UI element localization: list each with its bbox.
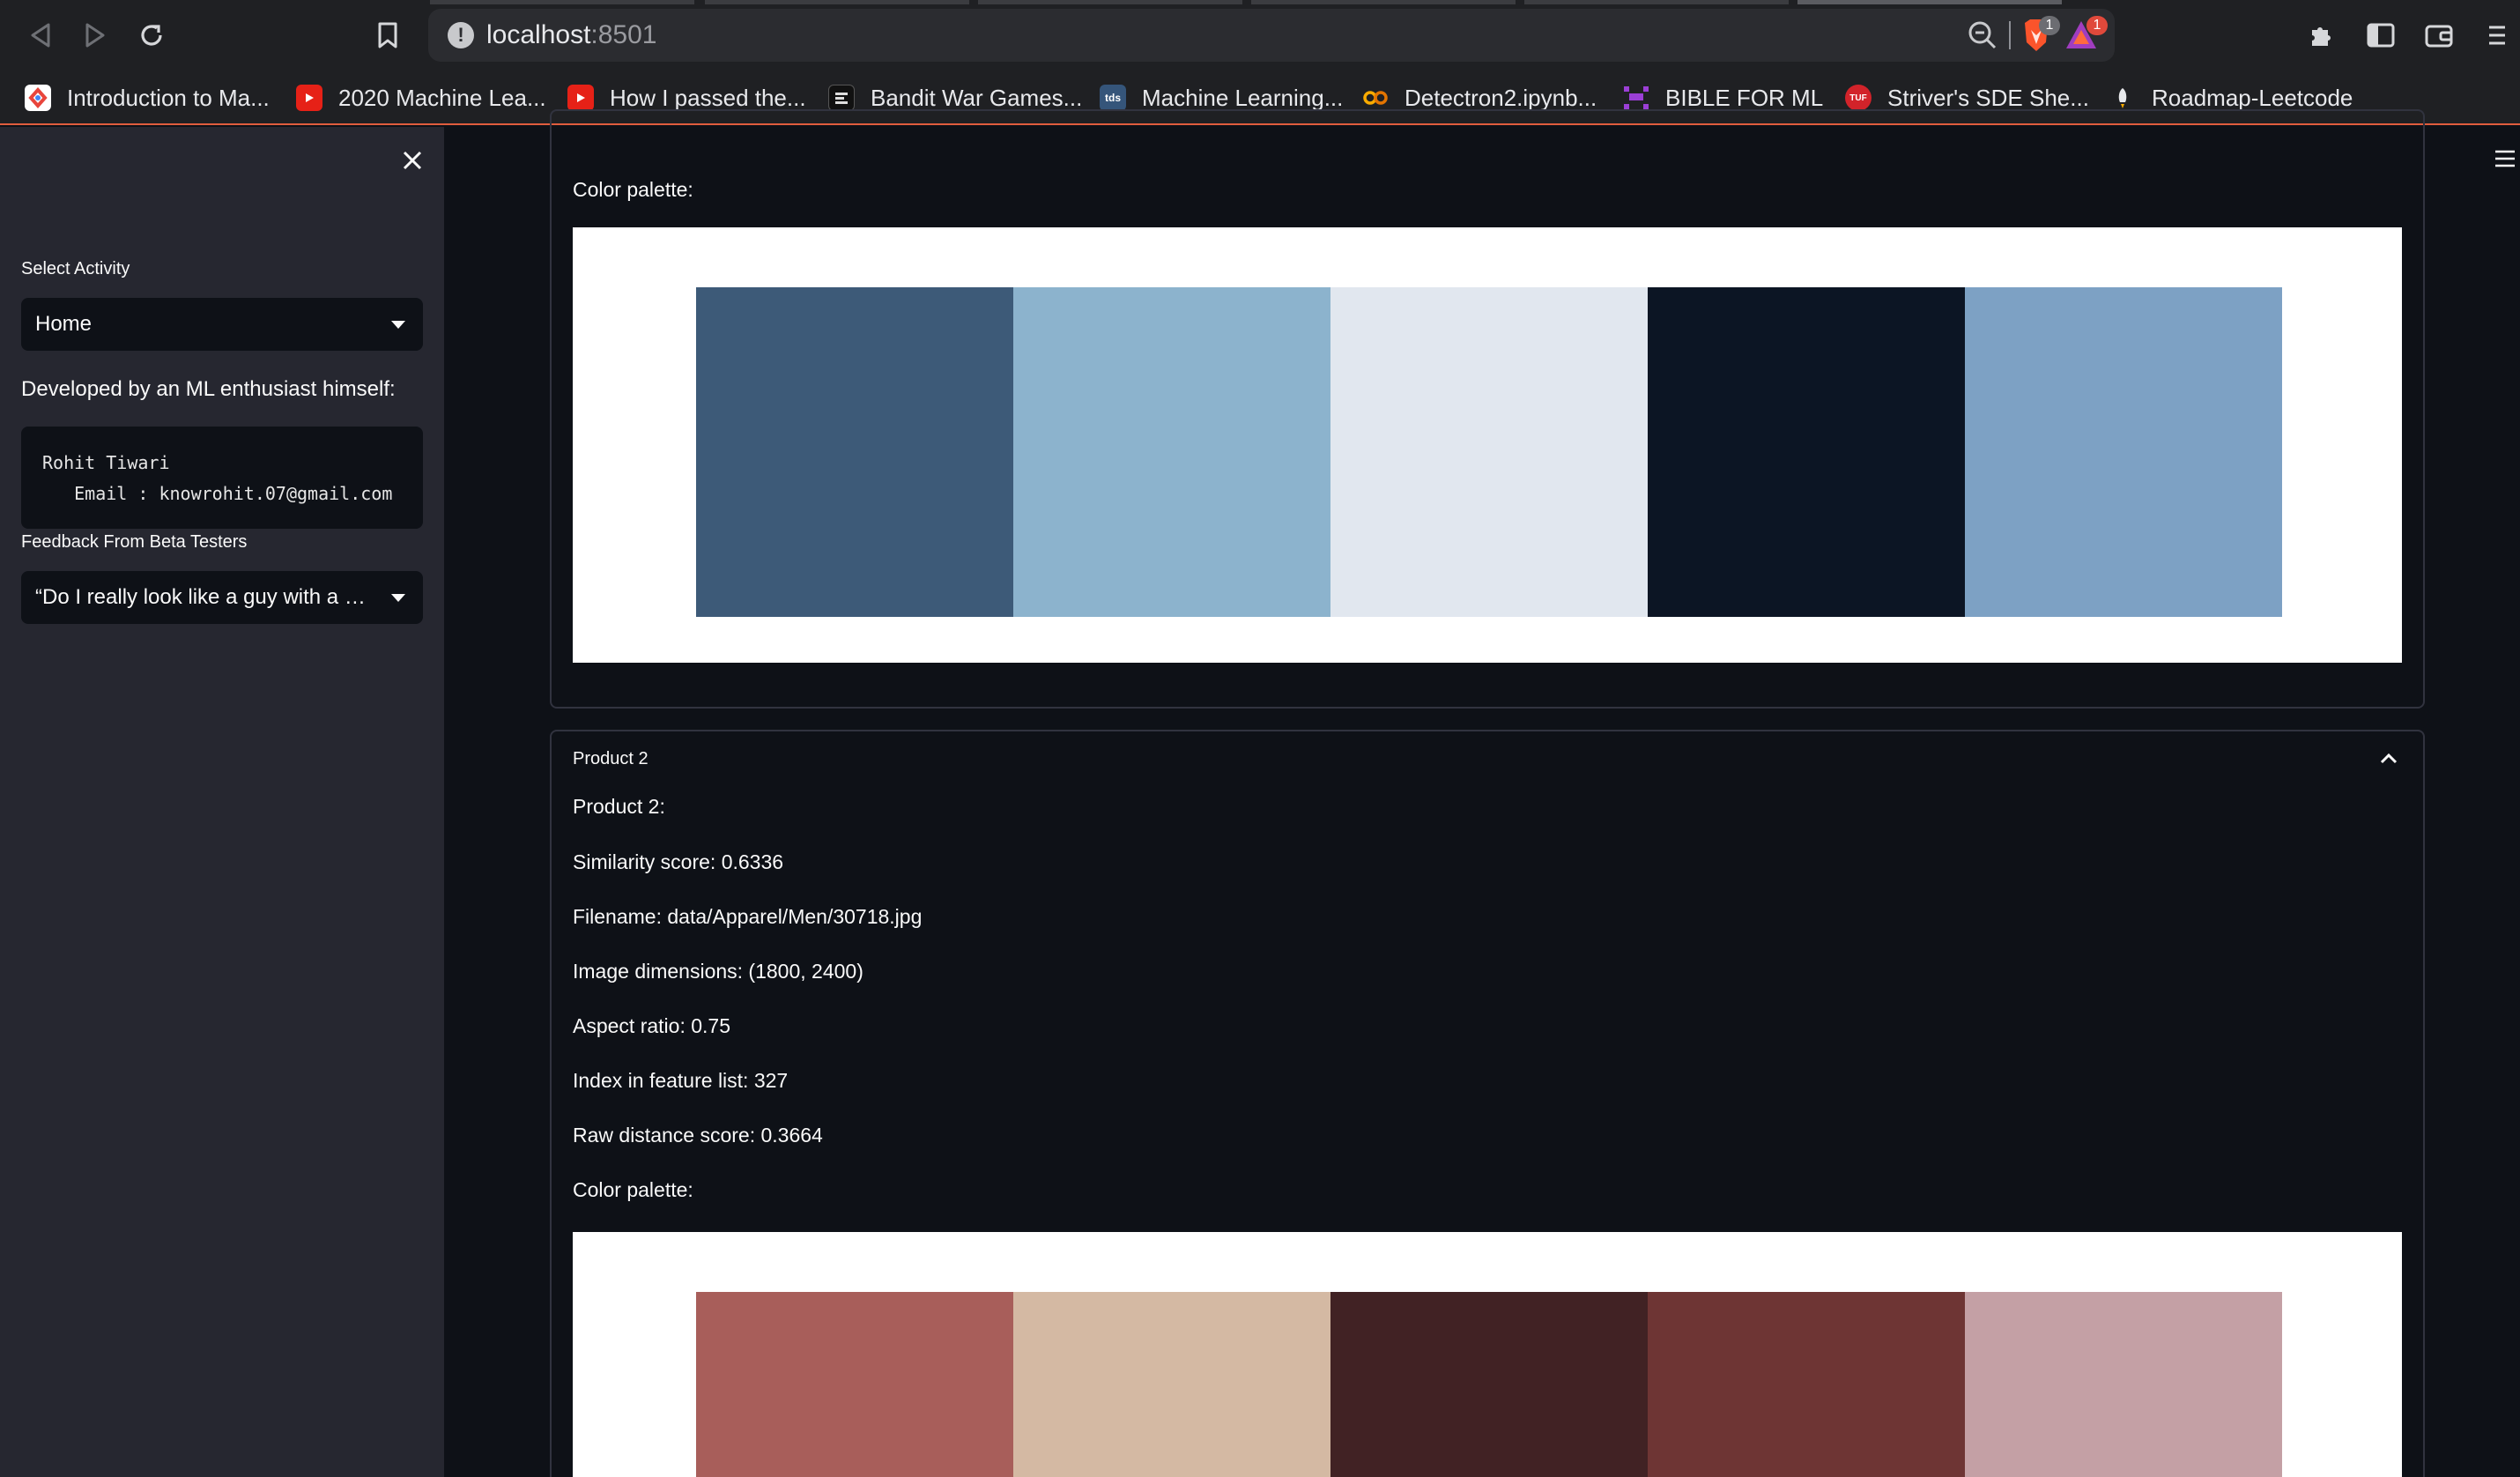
arrow-right-icon xyxy=(85,23,105,48)
color-palette-label: Color palette: xyxy=(573,1178,693,1201)
developer-text: Developed by an ML enthusiast himself: xyxy=(21,377,396,401)
bookmark-icon xyxy=(378,22,397,48)
palette-swatch-3 xyxy=(1330,1292,1648,1477)
code-line: Email : knowrohit.07@gmail.com xyxy=(42,483,393,504)
caret-down-icon xyxy=(391,594,405,602)
zoom-icon[interactable] xyxy=(1965,18,2000,53)
arrow-left-icon xyxy=(31,23,50,48)
tab-strip xyxy=(0,0,2520,5)
palette-swatch-3 xyxy=(1330,287,1648,617)
palette-swatch-4 xyxy=(1648,1292,1965,1477)
chevron-up-icon[interactable] xyxy=(2377,751,2400,767)
main-content: Color palette: Product 2 Product 2: Simi… xyxy=(444,109,2520,1477)
url-host: localhost xyxy=(486,20,591,49)
sidebar-toggle-button[interactable] xyxy=(2361,16,2400,55)
bookmark-label: Striver's SDE She... xyxy=(1887,84,2089,111)
feedback-value: “Do I really look like a guy with a plan… xyxy=(35,585,392,609)
forward-button[interactable] xyxy=(76,16,115,55)
tab[interactable] xyxy=(1251,0,1516,4)
select-activity-dropdown[interactable]: Home xyxy=(21,298,423,351)
bookmark-item[interactable]: 2020 Machine Lea... xyxy=(296,81,546,115)
palette-swatch-2 xyxy=(1013,1292,1330,1477)
select-activity-label: Select Activity xyxy=(21,259,130,278)
url-text[interactable]: localhost:8501 xyxy=(486,20,656,50)
tab[interactable] xyxy=(978,0,1242,4)
palette-swatches xyxy=(696,1292,2282,1477)
reload-icon xyxy=(141,25,162,46)
menu-button[interactable] xyxy=(2478,16,2516,55)
tab[interactable] xyxy=(705,0,969,4)
bookmark-button[interactable] xyxy=(368,16,407,55)
youtube-icon xyxy=(567,85,594,111)
palette-swatch-1 xyxy=(696,287,1013,617)
colab-infinity-icon xyxy=(1362,85,1389,111)
bookmark-label: Introduction to Ma... xyxy=(67,84,270,111)
palette-swatch-5 xyxy=(1965,287,2282,617)
tab[interactable] xyxy=(430,0,694,4)
bookmark-label: BIBLE FOR ML xyxy=(1665,84,1824,111)
color-palette-image xyxy=(573,1232,2402,1477)
expander-title[interactable]: Product 2 xyxy=(573,749,649,769)
hamburger-menu-icon xyxy=(2489,26,2505,45)
code-line: Rohit Tiwari xyxy=(42,452,170,473)
color-palette-image xyxy=(573,227,2402,663)
rewards-badge: 1 xyxy=(2086,16,2108,35)
sidebar-icon xyxy=(2367,23,2395,48)
tab[interactable] xyxy=(1524,0,1789,4)
bookmark-label: How I passed the... xyxy=(610,84,806,111)
palette-swatches xyxy=(696,287,2282,617)
browser-toolbar: ! localhost:8501 1 1 xyxy=(0,0,2520,71)
url-port: :8501 xyxy=(590,20,657,49)
product-heading: Product 2: xyxy=(573,795,665,818)
extensions-button[interactable] xyxy=(2301,16,2340,55)
aspect-ratio: Aspect ratio: 0.75 xyxy=(573,1014,730,1037)
similarity-score: Similarity score: 0.6336 xyxy=(573,850,784,873)
bookmark-item[interactable]: Introduction to Ma... xyxy=(25,81,270,115)
raw-distance-score: Raw distance score: 0.3664 xyxy=(573,1124,823,1147)
address-bar[interactable]: ! localhost:8501 1 1 xyxy=(428,9,2115,62)
bookmark-label: Bandit War Games... xyxy=(871,84,1083,111)
palette-swatch-5 xyxy=(1965,1292,2282,1477)
overthewire-icon xyxy=(828,85,855,111)
puzzle-icon xyxy=(2312,27,2331,46)
tab-active[interactable] xyxy=(1797,0,2062,4)
colab-icon xyxy=(25,85,51,111)
feedback-label: Feedback From Beta Testers xyxy=(21,532,248,552)
brave-shields-icon[interactable]: 1 xyxy=(2021,16,2060,53)
bookmark-label: 2020 Machine Lea... xyxy=(338,84,546,111)
select-activity-value: Home xyxy=(35,312,93,336)
palette-swatch-4 xyxy=(1648,287,1965,617)
pixel-icon xyxy=(1623,85,1649,111)
close-icon[interactable] xyxy=(395,143,430,178)
caret-down-icon xyxy=(391,321,405,329)
bookmark-label: Detectron2.ipynb... xyxy=(1405,84,1597,111)
shields-badge: 1 xyxy=(2039,16,2060,35)
wallet-icon xyxy=(2425,25,2453,48)
developer-code-block: Rohit Tiwari Email : knowrohit.07@gmail.… xyxy=(21,427,423,529)
reload-button[interactable] xyxy=(132,16,171,55)
rocket-icon xyxy=(2109,85,2136,111)
image-dimensions: Image dimensions: (1800, 2400) xyxy=(573,960,863,983)
tuf-icon: TUF xyxy=(1845,85,1871,111)
back-button[interactable] xyxy=(21,16,60,55)
palette-swatch-2 xyxy=(1013,287,1330,617)
youtube-icon xyxy=(296,85,322,111)
site-info-icon[interactable]: ! xyxy=(448,22,474,48)
tds-icon: tds xyxy=(1100,85,1126,111)
filename: Filename: data/Apparel/Men/30718.jpg xyxy=(573,905,923,928)
feedback-dropdown[interactable]: “Do I really look like a guy with a plan… xyxy=(21,571,423,624)
bookmark-label: Machine Learning... xyxy=(1142,84,1344,111)
app-menu-icon[interactable] xyxy=(2488,145,2520,173)
palette-swatch-1 xyxy=(696,1292,1013,1477)
brave-rewards-icon[interactable]: 1 xyxy=(2064,16,2108,53)
wallet-button[interactable] xyxy=(2420,16,2458,55)
feature-index: Index in feature list: 327 xyxy=(573,1069,789,1092)
color-palette-label: Color palette: xyxy=(573,178,693,201)
sidebar: Select Activity Home Developed by an ML … xyxy=(0,127,444,1477)
bookmark-label: Roadmap-Leetcode xyxy=(2152,84,2353,111)
separator xyxy=(2009,21,2011,49)
